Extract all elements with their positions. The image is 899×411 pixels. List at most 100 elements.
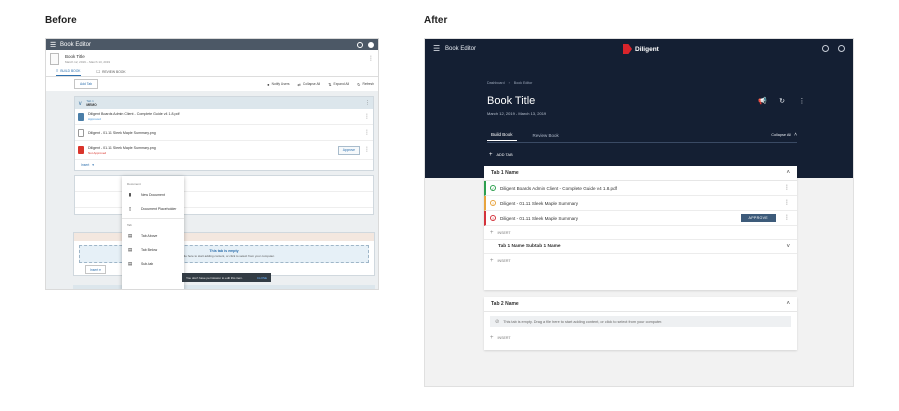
document-status: Not Approved	[88, 150, 107, 155]
tab-review-book[interactable]: Review Book	[529, 133, 563, 141]
document-name: Diligent - 01.11 Sleek Maple Summary	[500, 215, 579, 221]
approve-button[interactable]: Approve	[337, 145, 360, 155]
chevron-up-icon[interactable]: ˄	[786, 170, 790, 176]
subtab-name: Tab 1 Name Subtab 1 Name	[498, 244, 561, 249]
book-thumbnail	[50, 52, 59, 65]
insert-button[interactable]: Insert ▾	[85, 265, 106, 274]
insert-label: INSERT	[497, 258, 511, 263]
add-tab-label: ADD TAB	[496, 153, 513, 157]
kebab-icon[interactable]: ⋮	[798, 97, 806, 105]
diligent-logo: Diligent	[623, 44, 659, 54]
notify-users-label: Notify Users	[271, 82, 290, 86]
book-header: Book Title March 12, 2019 – March 13, 20…	[46, 50, 378, 67]
insert-label: Insert	[81, 163, 90, 167]
menu-item-new-document[interactable]: ▮ New Document	[122, 188, 184, 202]
tab-1-header[interactable]: Tab 1 Name ˄	[484, 166, 797, 181]
tab-build-book[interactable]: ≡ BUILD BOOK	[56, 68, 81, 76]
menu-section-document: Document	[127, 182, 141, 186]
kebab-icon[interactable]: ⋮	[368, 56, 374, 62]
menu-item-label: Document Placeholder	[141, 207, 177, 211]
hamburger-menu-icon[interactable]: ☰	[433, 44, 445, 53]
refresh-button[interactable]: ↻ Refresh	[357, 82, 374, 87]
approve-button[interactable]: APPROVE	[740, 214, 776, 222]
insert-button[interactable]: + INSERT	[484, 226, 797, 239]
kebab-icon[interactable]: ⋮	[365, 100, 370, 106]
check-circle-icon: ✓	[490, 185, 496, 191]
logo-text: Diligent	[635, 45, 659, 53]
megaphone-icon[interactable]: 📢	[758, 97, 767, 105]
tab-1-header[interactable]: ∨ Tab 1 MEMO ⋮	[75, 97, 373, 109]
drop-zone[interactable]: ⊘ This tab is empty. Drag a file here to…	[490, 316, 791, 327]
menu-item-label: Sub-tab	[141, 262, 154, 266]
tabs-divider	[487, 142, 797, 143]
hamburger-menu-icon[interactable]: ☰	[50, 41, 60, 49]
kebab-icon[interactable]: ⋮	[784, 185, 790, 191]
tab-review-book[interactable]: ☐ REVIEW BOOK	[97, 69, 126, 76]
document-row[interactable]: ✓ Diligent Boards Admin Client - Complet…	[484, 181, 797, 196]
document-row[interactable]: ! Diligent - 01.11 Sleek Maple Summary A…	[484, 211, 797, 226]
refresh-label: Refresh	[362, 82, 374, 86]
sub-tab-icon: ▤	[127, 261, 133, 266]
menu-item-sub-tab[interactable]: ▤ Sub-tab	[122, 257, 184, 271]
document-row[interactable]: ! Diligent - 01.11 Sleek Maple Summary ⋮	[484, 196, 797, 211]
kebab-icon[interactable]: ⋮	[364, 114, 370, 120]
notify-users-button[interactable]: ● Notify Users	[267, 82, 289, 87]
menu-item-tab-below[interactable]: ▤ Tab Below	[122, 243, 184, 257]
chevron-down-icon[interactable]: ∨	[78, 100, 82, 107]
book-actions: 📢 ↻ ⋮	[746, 97, 806, 105]
before-screenshot: ☰ Book Editor Book Title March 12, 2019 …	[45, 38, 379, 290]
plus-icon: +	[490, 229, 494, 236]
document-row[interactable]: Diligent - 01.11 Sleek Maple Summary.png…	[75, 125, 373, 141]
refresh-icon[interactable]: ↻	[778, 97, 786, 105]
chevron-down-icon[interactable]: ˅	[786, 244, 790, 250]
logo-mark-icon	[623, 44, 632, 54]
book-tabs: ≡ BUILD BOOK ☐ REVIEW BOOK	[46, 67, 378, 77]
document-placeholder-icon: ▯	[128, 206, 132, 211]
subtab-insert-button[interactable]: + INSERT	[484, 254, 797, 267]
kebab-icon[interactable]: ⋮	[784, 200, 790, 206]
list-icon: ≡	[56, 68, 59, 73]
tab-2-header[interactable]: Tab 2 Name ˄	[484, 297, 797, 312]
permission-toast: You don't have permission to edit this i…	[182, 273, 271, 282]
tab-name: Tab 1 Name	[491, 170, 519, 176]
menu-divider	[122, 218, 184, 219]
kebab-icon[interactable]: ⋮	[784, 215, 790, 221]
menu-item-label: Tab Below	[141, 248, 158, 252]
menu-section-tab: Tab	[127, 223, 132, 227]
collapse-all-label: Collapse All	[771, 133, 792, 137]
chevron-right-icon: ›	[508, 81, 510, 85]
document-row[interactable]: Diligent - 01.11 Sleek Maple Summary.png…	[75, 141, 373, 160]
insert-button[interactable]: + INSERT	[484, 331, 797, 344]
breadcrumb: Dashboard › Book Editor	[487, 81, 532, 85]
kebab-icon[interactable]: ⋮	[364, 147, 370, 153]
subtab-header[interactable]: Tab 1 Name Subtab 1 Name ˅	[484, 239, 797, 254]
insert-menu: Document ▮ New Document ▯ Document Placeho…	[122, 176, 184, 289]
empty-icon: ⊘	[495, 318, 500, 325]
toast-close-button[interactable]: CLOSE	[257, 276, 267, 280]
add-tab-button[interactable]: Add Tab	[74, 79, 99, 89]
menu-item-tab-above[interactable]: ▤ Tab Above	[122, 229, 184, 243]
help-icon[interactable]	[357, 41, 363, 48]
book-title: Book Title	[65, 53, 85, 59]
expand-all-label: Expand All	[333, 82, 350, 86]
chevron-up-icon[interactable]: ˄	[786, 301, 790, 307]
insert-button[interactable]: Insert ▾	[75, 160, 373, 170]
kebab-icon[interactable]: ⋮	[364, 130, 370, 136]
book-tabs: Build Book Review Book Collapse All ˄	[487, 131, 797, 141]
document-name: Diligent - 01.11 Sleek Maple Summary.png	[88, 145, 156, 150]
image-file-icon	[78, 128, 84, 137]
user-icon[interactable]	[368, 41, 374, 48]
help-icon[interactable]	[822, 45, 829, 52]
chevron-up-icon: ˄	[794, 132, 797, 138]
document-row[interactable]: Diligent Boards Admin Client - Complete …	[75, 109, 373, 125]
add-tab-button[interactable]: + ADD TAB	[489, 152, 513, 158]
collapse-all-button[interactable]: ⇄ Collapse All	[298, 82, 321, 87]
tab-2-header[interactable]	[73, 285, 375, 289]
tab-build-book[interactable]: Build Book	[487, 132, 517, 141]
collapse-all-button[interactable]: Collapse All ˄	[771, 132, 797, 141]
menu-item-document-placeholder[interactable]: ▯ Document Placeholder	[122, 202, 184, 216]
breadcrumb-dashboard[interactable]: Dashboard	[487, 81, 505, 85]
insert-label: INSERT	[497, 335, 511, 340]
expand-all-button[interactable]: ⇅ Expand All	[328, 82, 349, 87]
user-icon[interactable]	[838, 45, 845, 52]
